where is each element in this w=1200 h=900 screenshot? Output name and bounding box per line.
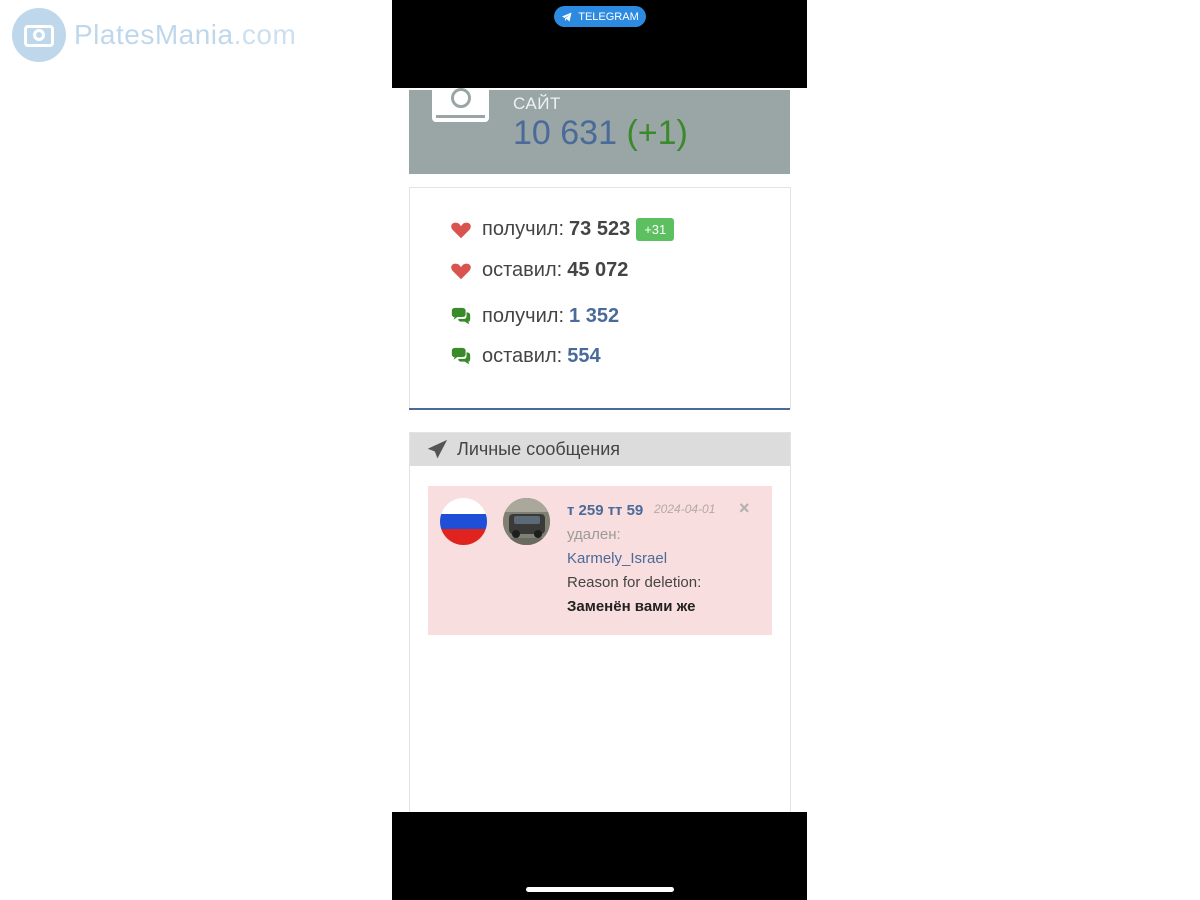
likes-received-row: получил: 73 523 +31 — [450, 218, 675, 241]
camera-logo-icon — [12, 8, 66, 62]
close-message-button[interactable]: × — [739, 498, 750, 519]
stat-label: оставил: — [482, 345, 563, 367]
new-likes-badge: +31 — [636, 218, 675, 241]
phone-screen: TELEGRAM САЙТ 10 631 (+1) получил: 73 52… — [392, 0, 807, 900]
telegram-icon — [562, 12, 572, 21]
site-count-delta: (+1) — [626, 114, 688, 152]
private-messages-panel: Личные сообщения т 259 тт 59 2024-04-01 … — [409, 432, 791, 819]
monitor-icon — [432, 88, 489, 122]
russia-flag-icon — [440, 498, 487, 545]
stat-value: 73 523 — [569, 218, 631, 240]
plate-link[interactable]: т 259 тт 59 — [567, 502, 643, 519]
comments-received-row: получил: 1 352 — [450, 305, 619, 328]
site-count-value: 10 631 — [513, 114, 617, 152]
paper-plane-icon — [428, 440, 447, 459]
likes-comments-card: получил: 73 523 +31 оставил: 45 072 полу… — [409, 187, 791, 410]
site-label: САЙТ — [513, 94, 561, 113]
heart-icon — [450, 260, 472, 282]
telegram-label: TELEGRAM — [578, 10, 639, 23]
stat-label: получил: — [482, 305, 565, 327]
comments-given-row: оставил: 554 — [450, 345, 601, 368]
site-count: 10 631 (+1) — [513, 114, 688, 153]
heart-icon — [450, 219, 472, 241]
stat-value: 45 072 — [567, 259, 629, 281]
stat-value[interactable]: 554 — [567, 345, 600, 368]
telegram-button[interactable]: TELEGRAM — [554, 6, 646, 27]
top-status-area: TELEGRAM — [392, 0, 807, 88]
watermark-domain: .com — [233, 19, 297, 50]
deletion-reason: Заменён вами же — [567, 598, 696, 615]
message-item[interactable]: т 259 тт 59 2024-04-01 × удален: Karmely… — [428, 486, 772, 635]
watermark-text: PlatesMania.com — [74, 19, 296, 51]
private-messages-title: Личные сообщения — [457, 439, 621, 459]
car-photo-thumbnail[interactable] — [503, 498, 550, 545]
stat-label: получил: — [482, 218, 565, 240]
comments-icon — [450, 346, 472, 368]
bottom-bar — [392, 812, 807, 900]
likes-given-row: оставил: 45 072 — [450, 259, 628, 282]
comments-icon — [450, 306, 472, 328]
private-messages-header: Личные сообщения — [410, 433, 790, 466]
stat-label: оставил: — [482, 259, 563, 281]
watermark-brand: PlatesMania — [74, 19, 234, 50]
site-stats-card: САЙТ 10 631 (+1) — [409, 88, 790, 174]
stat-value[interactable]: 1 352 — [569, 305, 619, 328]
message-date: 2024-04-01 — [654, 502, 716, 516]
card-divider — [409, 408, 790, 410]
reason-label: Reason for deletion: — [567, 574, 702, 591]
home-indicator[interactable] — [526, 887, 674, 892]
message-status: удален: — [567, 526, 621, 543]
platesmania-watermark: PlatesMania.com — [12, 8, 296, 62]
user-link[interactable]: Karmely_Israel — [567, 550, 667, 567]
